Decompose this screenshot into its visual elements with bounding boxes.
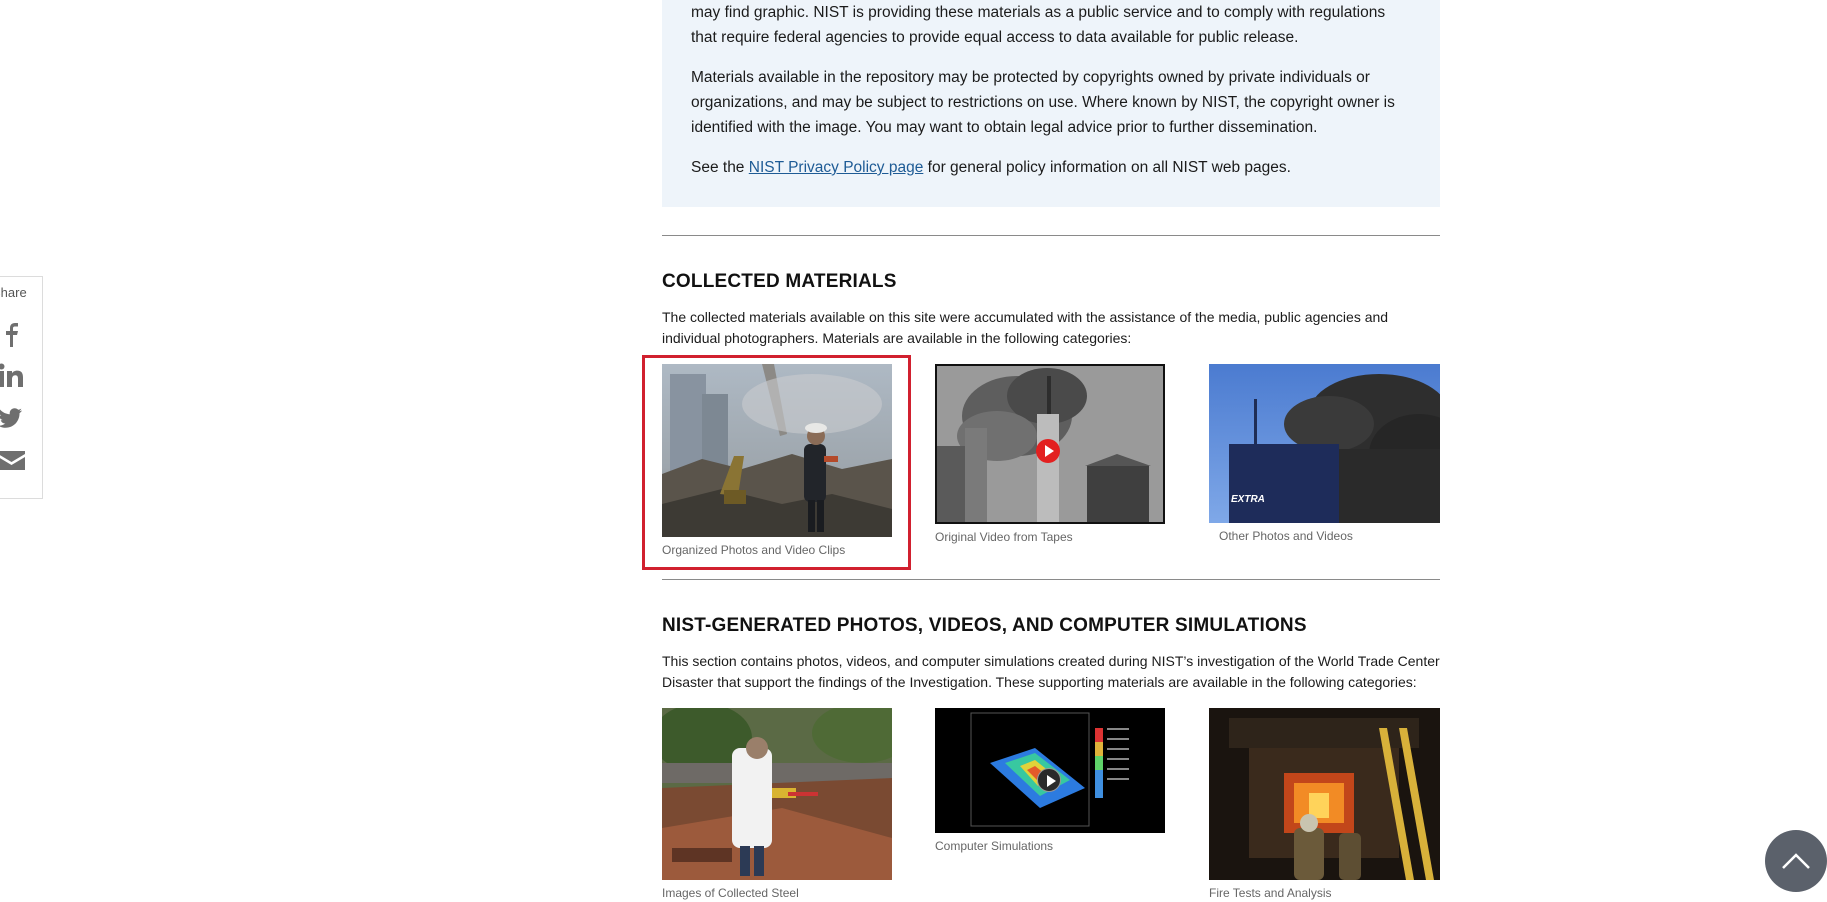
tile-caption: Other Photos and Videos: [1219, 529, 1353, 543]
notice-paragraph-1: may find graphic. NIST is providing thes…: [691, 4, 1386, 46]
tile-caption: Images of Collected Steel: [662, 886, 799, 900]
nist-generated-heading: NIST-GENERATED PHOTOS, VIDEOS, AND COMPU…: [662, 615, 1307, 636]
divider: [662, 579, 1440, 580]
collected-materials-intro: The collected materials available on thi…: [662, 309, 1389, 346]
tile-caption: Original Video from Tapes: [935, 530, 1073, 544]
privacy-text-before: See the: [691, 159, 749, 176]
notice-box: may find graphic. NIST is providing thes…: [662, 0, 1440, 207]
tile-original-video[interactable]: Original Video from Tapes: [935, 364, 1165, 544]
original-video-thumbnail[interactable]: [935, 364, 1165, 524]
nist-generated-intro: This section contains photos, videos, an…: [662, 653, 1440, 690]
tile-other-photos[interactable]: EXTRA Other Photos and Videos: [1209, 364, 1440, 543]
tile-organized-photos[interactable]: Organized Photos and Video Clips: [662, 364, 892, 557]
twitter-icon[interactable]: [0, 405, 26, 431]
tile-fire-tests[interactable]: Fire Tests and Analysis: [1209, 708, 1440, 900]
notice-paragraph-3: See the NIST Privacy Policy page for gen…: [691, 155, 1411, 180]
extra-watermark: EXTRA: [1231, 494, 1265, 505]
computer-simulations-thumbnail[interactable]: [935, 708, 1165, 833]
facebook-icon[interactable]: [0, 321, 26, 347]
tile-collected-steel[interactable]: Images of Collected Steel: [662, 708, 892, 900]
play-icon[interactable]: [1037, 768, 1061, 792]
tile-caption: Computer Simulations: [935, 839, 1054, 853]
tile-caption: Organized Photos and Video Clips: [662, 543, 846, 557]
tile-caption: Fire Tests and Analysis: [1209, 886, 1332, 900]
tile-computer-simulations[interactable]: Computer Simulations: [935, 708, 1165, 853]
back-to-top-button[interactable]: [1765, 830, 1827, 892]
collected-materials-heading: COLLECTED MATERIALS: [662, 271, 897, 292]
collected-steel-thumbnail[interactable]: [662, 708, 892, 880]
other-photos-thumbnail[interactable]: EXTRA: [1209, 364, 1440, 523]
share-label: Share: [0, 285, 27, 300]
divider: [662, 235, 1440, 236]
notice-paragraph-2: Materials available in the repository ma…: [691, 69, 1395, 136]
play-icon[interactable]: [1036, 439, 1060, 463]
fire-tests-thumbnail[interactable]: [1209, 708, 1440, 880]
linkedin-icon[interactable]: [0, 363, 26, 389]
chevron-up-icon: [1782, 853, 1810, 869]
email-icon[interactable]: [0, 447, 26, 473]
privacy-policy-link[interactable]: NIST Privacy Policy page: [749, 159, 924, 176]
privacy-text-after: for general policy information on all NI…: [923, 159, 1291, 176]
organized-photos-thumbnail[interactable]: [662, 364, 892, 537]
share-sidebar: Share: [0, 276, 43, 499]
